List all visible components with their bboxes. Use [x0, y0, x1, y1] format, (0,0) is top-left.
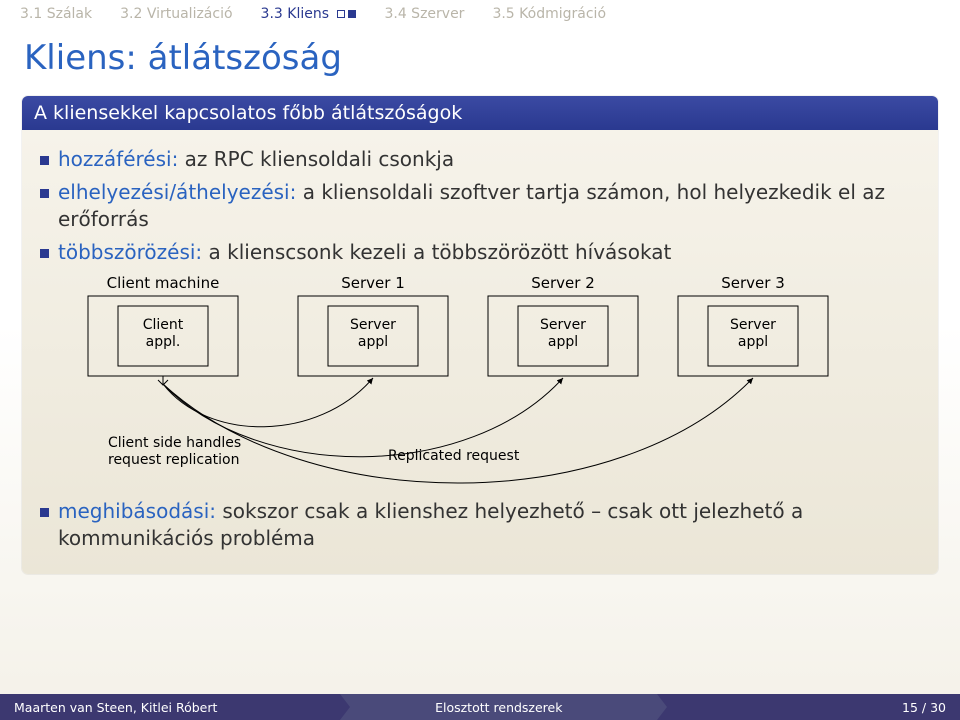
footer-course: Elosztott rendszerek: [340, 694, 657, 720]
svg-text:Server: Server: [350, 317, 396, 333]
page-title: Kliens: átlátszóság: [0, 30, 960, 82]
nav-item-server[interactable]: 3.4 Szerver: [384, 6, 464, 22]
svg-text:appl: appl: [548, 334, 578, 350]
diag-caption-left-1: Client side handles: [108, 435, 241, 451]
diag-col-s1: Server 1: [341, 274, 405, 292]
svg-text:appl.: appl.: [146, 334, 181, 350]
diag-box-s2: Server appl: [488, 296, 638, 376]
diag-col-client: Client machine: [107, 274, 220, 292]
bullet-failure: meghibásodási: sokszor csak a klienshez …: [36, 498, 924, 552]
content-block-title: A kliensekkel kapcsolatos főbb átlátszós…: [22, 96, 938, 130]
svg-text:Client: Client: [143, 317, 184, 333]
slide-footer: Maarten van Steen, Kitlei Róbert Eloszto…: [0, 694, 960, 720]
footer-page: 15 / 30: [657, 694, 960, 720]
nav-item-client[interactable]: 3.3 Kliens: [261, 6, 357, 22]
diag-box-client: Client appl.: [88, 296, 238, 376]
bullet-term: hozzáférési:: [58, 147, 178, 171]
footer-authors: Maarten van Steen, Kitlei Róbert: [0, 694, 340, 720]
bullet-rest: az RPC kliensoldali csonkja: [178, 147, 454, 171]
diag-col-s2: Server 2: [531, 274, 595, 292]
bullet-access: hozzáférési: az RPC kliensoldali csonkja: [36, 146, 924, 173]
diag-box-s3: Server appl: [678, 296, 828, 376]
nav-progress-indicator: [337, 10, 356, 18]
bullet-replication: többszörözési: a klienscsonk kezeli a tö…: [36, 239, 924, 492]
diag-arc-3: [163, 378, 753, 483]
bullet-rest: a klienscsonk kezeli a többszörözött hív…: [202, 240, 671, 264]
nav-item-client-label: 3.3 Kliens: [261, 6, 329, 22]
nav-item-threads[interactable]: 3.1 Szálak: [20, 6, 92, 22]
content-block: A kliensekkel kapcsolatos főbb átlátszós…: [22, 96, 938, 574]
svg-text:appl: appl: [738, 334, 768, 350]
bullet-list: hozzáférési: az RPC kliensoldali csonkja…: [36, 146, 924, 552]
diag-arc-1: [163, 378, 373, 427]
diag-col-s3: Server 3: [721, 274, 785, 292]
bullet-term: elhelyezési/áthelyezési:: [58, 180, 296, 204]
svg-text:appl: appl: [358, 334, 388, 350]
bullet-term: többszörözési:: [58, 240, 202, 264]
svg-text:Server: Server: [730, 317, 776, 333]
nav-item-codemigration[interactable]: 3.5 Kódmigráció: [492, 6, 606, 22]
nav-item-virtualization[interactable]: 3.2 Virtualizáció: [120, 6, 232, 22]
nav-dot-filled: [348, 10, 356, 18]
nav-dot-open: [337, 10, 345, 18]
diag-caption-left-2: request replication: [108, 452, 240, 468]
replication-diagram: Client machine Server 1 Server 2 Server …: [58, 272, 924, 492]
diag-caption-right: Replicated request: [388, 448, 520, 464]
bullet-location: elhelyezési/áthelyezési: a kliensoldali …: [36, 179, 924, 233]
diag-box-s1: Server appl: [298, 296, 448, 376]
bullet-term: meghibásodási:: [58, 499, 216, 523]
section-nav: 3.1 Szálak 3.2 Virtualizáció 3.3 Kliens …: [0, 0, 960, 30]
svg-text:Server: Server: [540, 317, 586, 333]
